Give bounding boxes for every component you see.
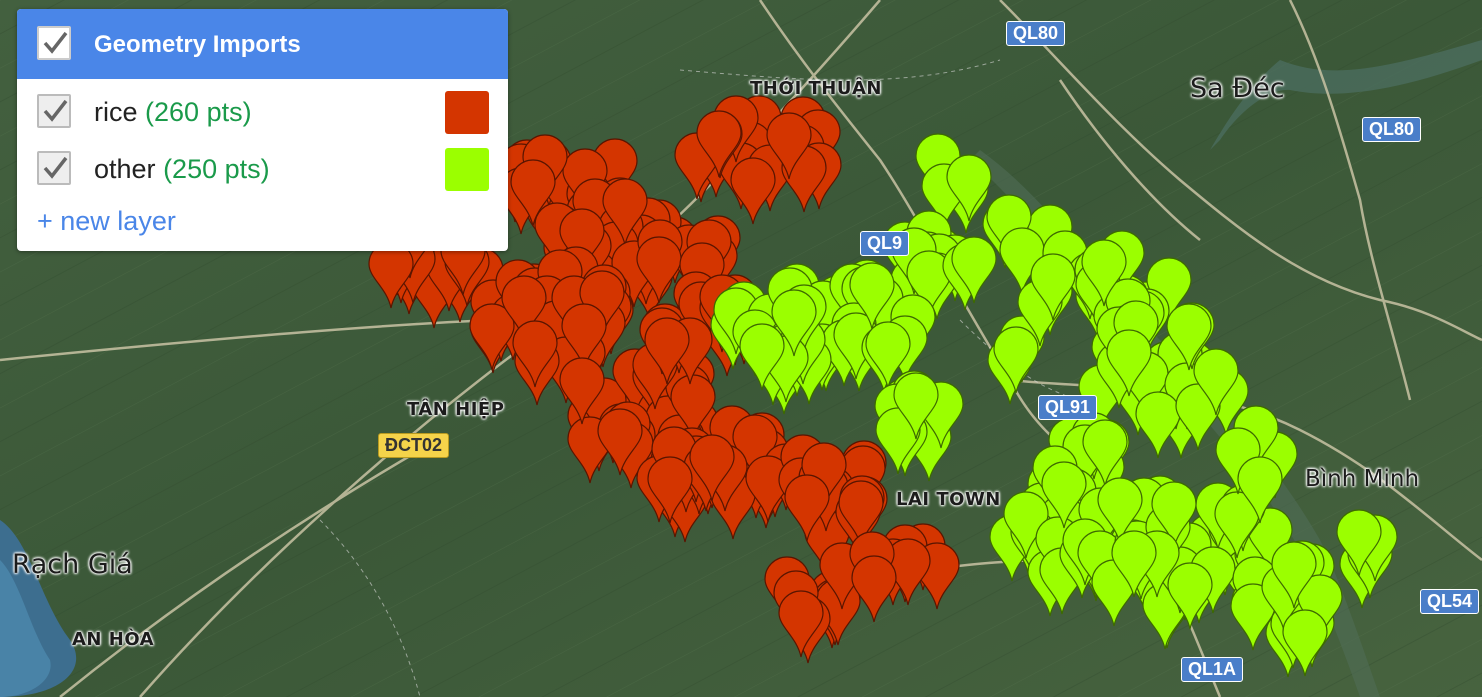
road-shield-ql80-right: QL80 — [1362, 117, 1422, 142]
place-label-lai-town: LAI TOWN — [896, 489, 1001, 510]
layer-label: rice — [94, 97, 138, 127]
place-label-tan-hiep: TÂN HIỆP — [407, 399, 505, 420]
place-label-binh-minh: Bình Minh — [1305, 466, 1420, 492]
layer-name-rice[interactable]: rice (260 pts) — [94, 97, 252, 128]
place-label-an-hoa: AN HÒA — [72, 629, 155, 650]
road-shield-ql91: QL91 — [1038, 395, 1098, 420]
checkmark-icon — [43, 99, 68, 122]
road-shield-ql54: QL54 — [1420, 589, 1480, 614]
checkmark-icon — [43, 31, 68, 54]
new-layer-link[interactable]: + new layer — [37, 206, 176, 237]
layer-count: (250 pts) — [163, 154, 270, 184]
layer-checkbox-other[interactable] — [37, 151, 71, 185]
road-shield-dct02: ĐCT02 — [378, 433, 450, 458]
layer-count: (260 pts) — [145, 97, 252, 127]
place-label-sa-dec: Sa Đéc — [1190, 73, 1285, 104]
road-shield-ql-partial: QL9 — [860, 231, 910, 256]
layer-color-swatch-rice[interactable] — [445, 91, 489, 134]
road-shield-ql80-top: QL80 — [1006, 21, 1066, 46]
panel-title: Geometry Imports — [94, 31, 301, 58]
layer-name-other[interactable]: other (250 pts) — [94, 154, 270, 185]
layer-label: other — [94, 154, 156, 184]
layer-row-other[interactable]: other (250 pts) — [17, 143, 508, 193]
road-shield-ql1a: QL1A — [1181, 657, 1244, 682]
place-label-thoi-thuan: THỚI THUẬN — [750, 78, 882, 99]
panel-header: Geometry Imports — [17, 9, 508, 79]
select-all-checkbox[interactable] — [37, 26, 71, 60]
place-label-rach-gia: Rạch Giá — [12, 549, 133, 580]
layer-checkbox-rice[interactable] — [37, 94, 71, 128]
layer-color-swatch-other[interactable] — [445, 148, 489, 191]
layer-row-rice[interactable]: rice (260 pts) — [17, 86, 508, 136]
geometry-imports-panel: Geometry Imports rice (260 pts) other (2… — [17, 9, 508, 251]
checkmark-icon — [43, 156, 68, 179]
